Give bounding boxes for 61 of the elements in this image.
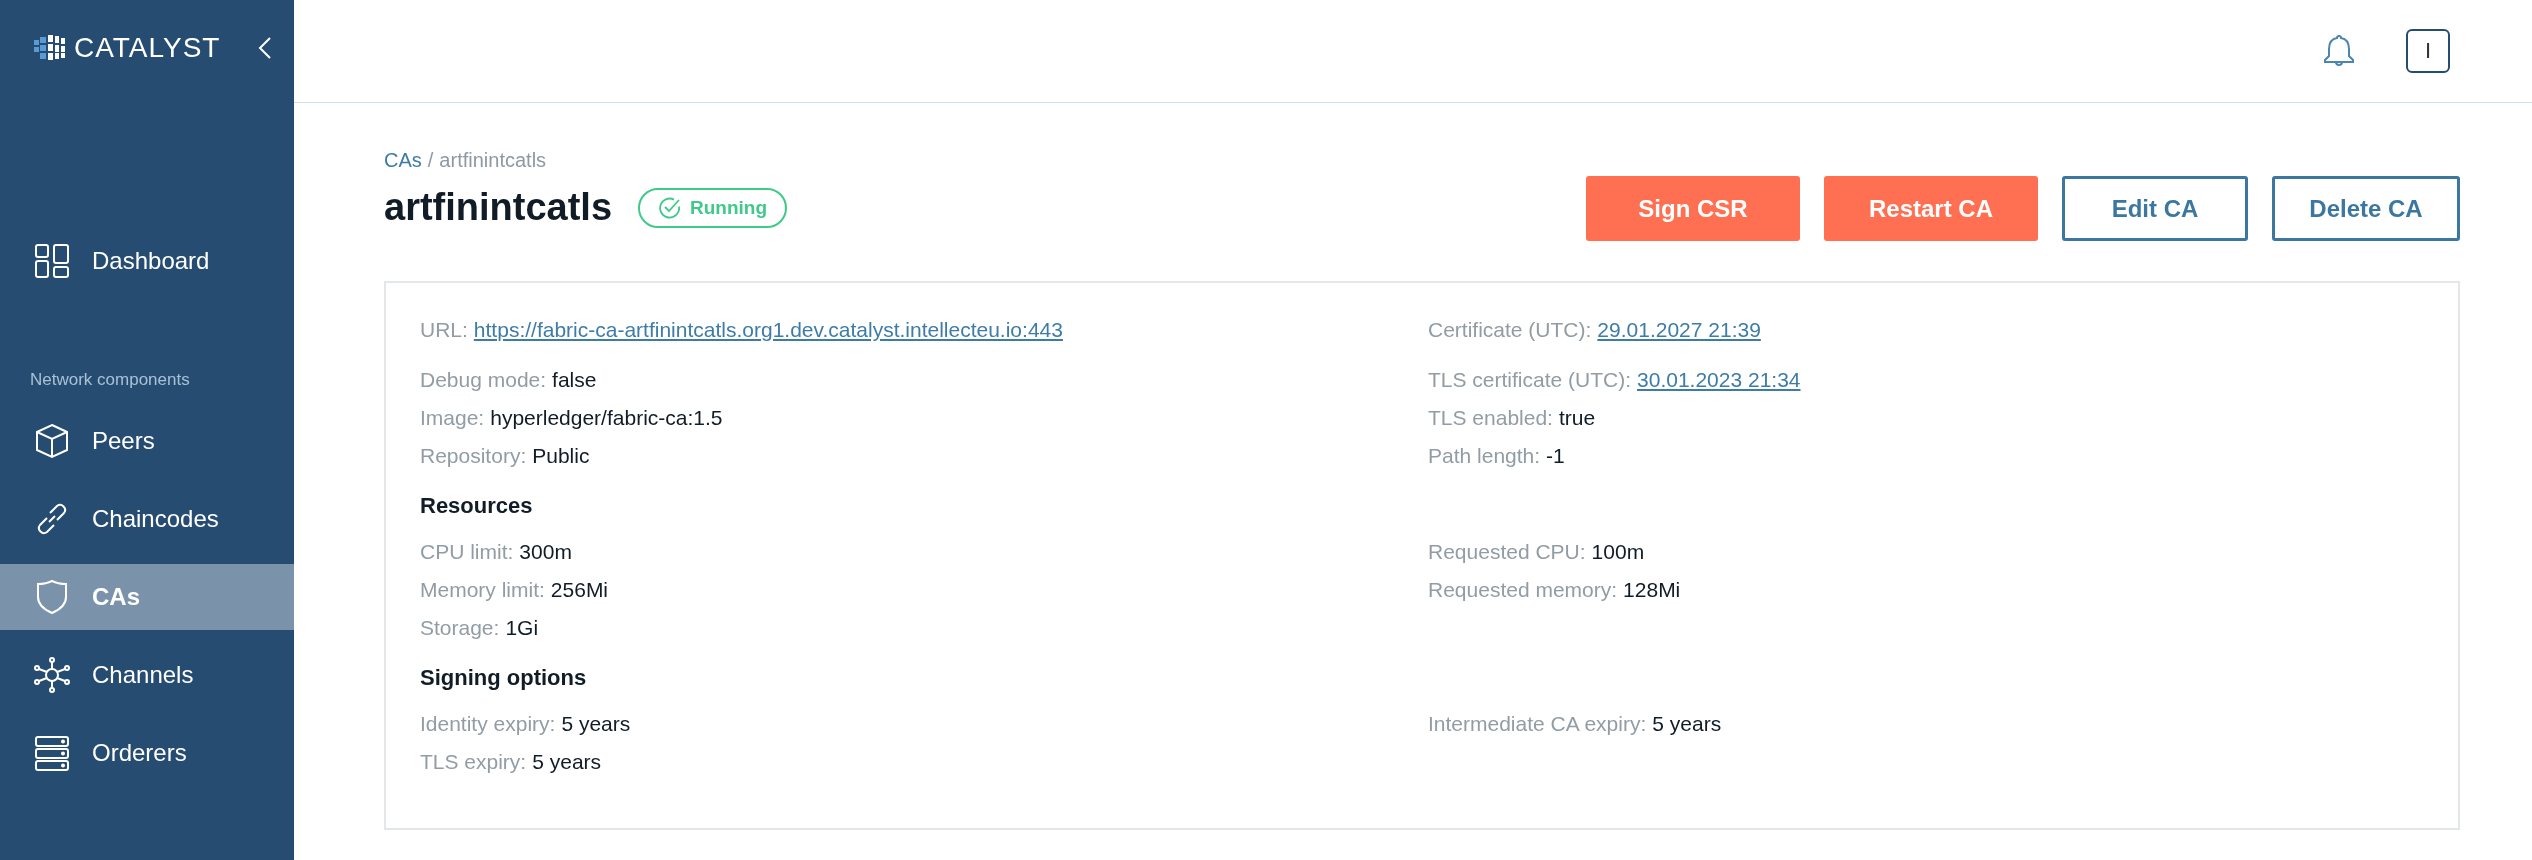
breadcrumb-separator: / bbox=[427, 149, 434, 172]
page-title: artfinintcatls bbox=[384, 186, 613, 229]
field-label: Identity expiry: bbox=[420, 712, 556, 735]
nav-item[interactable]: Orderers bbox=[0, 714, 294, 792]
status-text: Running bbox=[690, 196, 768, 219]
field-value: 100m bbox=[1591, 540, 1645, 563]
field-label: Certificate (UTC): bbox=[1428, 318, 1592, 341]
field-label: Requested memory: bbox=[1428, 578, 1618, 601]
network-icon bbox=[34, 657, 70, 693]
outline-button[interactable]: Edit CA bbox=[2062, 176, 2248, 241]
field-link[interactable]: 29.01.2027 21:39 bbox=[1597, 318, 1761, 341]
field-label: Repository: bbox=[420, 444, 527, 467]
nav-item[interactable]: CAs bbox=[0, 564, 294, 630]
user-avatar-button[interactable]: I bbox=[2406, 29, 2450, 73]
outline-button[interactable]: Delete CA bbox=[2272, 176, 2460, 241]
nav-item[interactable]: Channels bbox=[0, 636, 294, 714]
field-link[interactable]: 30.01.2023 21:34 bbox=[1637, 368, 1801, 391]
server-icon bbox=[34, 735, 70, 771]
shield-icon bbox=[34, 579, 70, 615]
field-value: 256Mi bbox=[550, 578, 609, 601]
chevron-left-icon[interactable] bbox=[258, 36, 272, 60]
field-label: CPU limit: bbox=[420, 540, 514, 563]
breadcrumb-current: artfinintcatls bbox=[439, 149, 547, 172]
field-label: Memory limit: bbox=[420, 578, 545, 601]
field-value: 300m bbox=[519, 540, 572, 563]
field-label: Requested CPU: bbox=[1428, 540, 1586, 563]
field-label: TLS certificate (UTC): bbox=[1428, 368, 1632, 391]
nav-item[interactable]: Dashboard bbox=[0, 222, 294, 300]
logo-icon bbox=[34, 34, 66, 62]
field-value: 1Gi bbox=[505, 616, 539, 639]
field-label: TLS enabled: bbox=[1428, 406, 1553, 429]
field-label: Storage: bbox=[420, 616, 500, 639]
section-heading: Signing options bbox=[420, 665, 588, 691]
field-value: true bbox=[1558, 406, 1596, 429]
field-label: Intermediate CA expiry: bbox=[1428, 712, 1647, 735]
nav-item[interactable]: Peers bbox=[0, 402, 294, 480]
field-value: Public bbox=[532, 444, 590, 467]
primary-button[interactable]: Restart CA bbox=[1824, 176, 2038, 241]
field-value: 5 years bbox=[561, 712, 631, 735]
field-label: Image: bbox=[420, 406, 485, 429]
nav-item[interactable]: Chaincodes bbox=[0, 480, 294, 558]
cube-icon bbox=[34, 423, 70, 459]
field-label: Debug mode: bbox=[420, 368, 547, 391]
field-label: TLS expiry: bbox=[420, 750, 527, 773]
field-label: Path length: bbox=[1428, 444, 1541, 467]
breadcrumb-link[interactable]: CAs bbox=[384, 149, 422, 172]
field-value: false bbox=[552, 368, 597, 391]
field-value: -1 bbox=[1546, 444, 1565, 467]
logo-text: CATALYST bbox=[74, 32, 221, 64]
field-label: URL: bbox=[420, 318, 468, 341]
check-circle-icon bbox=[658, 195, 683, 220]
section-heading: Resources bbox=[420, 493, 534, 519]
field-value: 5 years bbox=[532, 750, 602, 773]
notification-bell-icon[interactable] bbox=[2322, 34, 2356, 68]
field-value: hyperledger/fabric-ca:1.5 bbox=[490, 406, 723, 429]
field-value: 128Mi bbox=[1623, 578, 1681, 601]
primary-button[interactable]: Sign CSR bbox=[1586, 176, 1800, 241]
dashboard-icon bbox=[34, 243, 70, 279]
nav-section-label: Network components bbox=[30, 370, 191, 390]
field-link[interactable]: https://fabric-ca-artfinintcatls.org1.dev.catalyst.intellecteu.io:443 bbox=[473, 318, 1063, 341]
field-value: 5 years bbox=[1652, 712, 1722, 735]
